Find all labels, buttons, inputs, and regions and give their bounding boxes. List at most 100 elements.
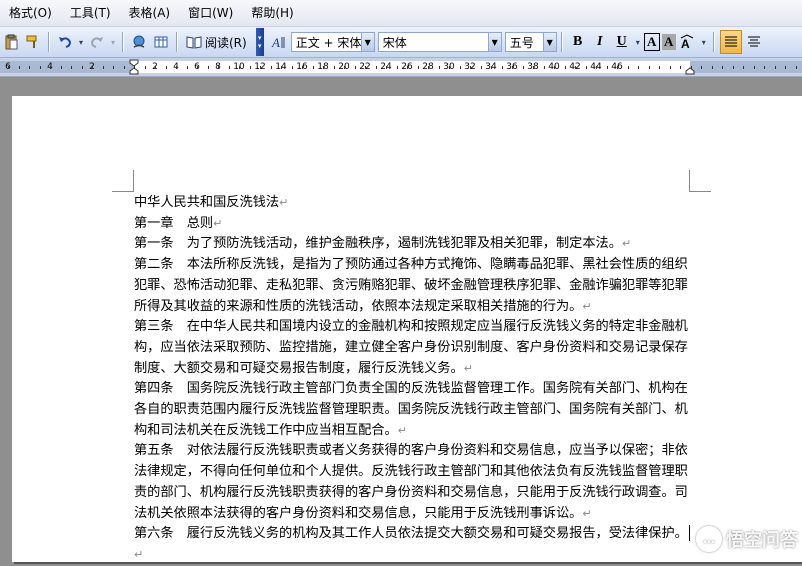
ruler-minor-tick xyxy=(323,66,324,69)
ruler-minor-tick xyxy=(795,66,797,69)
toolbar-separator xyxy=(712,32,715,52)
ruler-minor-tick xyxy=(501,66,503,69)
align-center-icon[interactable] xyxy=(744,31,764,53)
read-mode-button[interactable]: 阅读(R) xyxy=(183,31,253,53)
underline-button[interactable]: U xyxy=(612,31,632,53)
paragraph-mark-icon: ↵ xyxy=(582,506,592,520)
hyperlink-icon[interactable] xyxy=(129,31,149,53)
format-painter-icon[interactable] xyxy=(23,31,43,53)
phonetic-dropdown-icon[interactable]: ▾ xyxy=(700,31,708,53)
ruler-minor-tick xyxy=(669,66,671,69)
chevron-down-icon[interactable]: ▼ xyxy=(360,33,374,51)
ruler-minor-tick xyxy=(155,66,156,69)
ruler-minor-tick xyxy=(417,66,419,69)
menu-window[interactable]: 窗口(W) xyxy=(179,2,242,24)
phonetic-guide-icon[interactable]: A xyxy=(678,31,698,53)
ruler-minor-tick xyxy=(176,66,177,69)
ruler-minor-tick xyxy=(29,66,30,69)
underline-dropdown-icon[interactable]: ▾ xyxy=(634,31,642,53)
chevron-down-icon[interactable]: ▼ xyxy=(487,33,501,51)
menu-help[interactable]: 帮助(H) xyxy=(242,2,302,24)
ruler-minor-tick xyxy=(365,66,366,69)
ruler-minor-tick xyxy=(428,66,429,69)
ruler-minor-tick xyxy=(270,66,272,69)
chevron-down-icon[interactable]: ▼ xyxy=(542,33,556,51)
font-size-select[interactable]: 五号 ▼ xyxy=(504,32,557,52)
menu-tools[interactable]: 工具(T) xyxy=(61,2,120,24)
font-select[interactable]: 宋体 ▼ xyxy=(377,32,502,52)
ruler-minor-tick xyxy=(354,66,356,69)
ruler-minor-tick xyxy=(197,66,198,69)
toolbar-separator xyxy=(560,32,563,52)
ruler-minor-tick xyxy=(659,66,660,69)
italic-button[interactable]: I xyxy=(590,31,610,53)
undo-dropdown-icon[interactable]: ▾ xyxy=(77,31,85,53)
bold-button[interactable]: B xyxy=(568,31,588,53)
toolbar-separator xyxy=(122,32,124,52)
ruler-minor-tick xyxy=(648,66,650,69)
ruler-minor-tick xyxy=(596,66,597,69)
ruler-minor-tick xyxy=(396,66,398,69)
paste-icon[interactable] xyxy=(1,31,21,53)
align-justify-icon[interactable] xyxy=(719,30,742,54)
ruler-minor-tick xyxy=(438,66,440,69)
ruler-minor-tick xyxy=(606,66,608,69)
menu-format[interactable]: 格式(O) xyxy=(0,2,61,24)
ruler-minor-tick xyxy=(617,66,618,69)
ruler-minor-tick xyxy=(302,66,303,69)
doc-paragraph: 第六条 履行反洗钱义务的机构及其工作人员依法提交大额交易和可疑交易报告，受法律保… xyxy=(134,524,694,565)
paragraph-mark-icon: ↵ xyxy=(134,547,144,561)
horizontal-ruler[interactable]: 8642246810121416182022242628303234363840… xyxy=(0,58,802,77)
styles-formatting-icon[interactable]: A xyxy=(270,31,290,53)
ruler-minor-tick xyxy=(71,66,72,69)
ruler-minor-tick xyxy=(554,66,555,69)
watermark: … 悟空问答 xyxy=(696,526,798,552)
ruler-minor-tick xyxy=(239,66,240,69)
read-mode-label: 阅读(R) xyxy=(205,35,247,50)
char-border-button[interactable]: A xyxy=(643,33,660,51)
ruler-minor-tick xyxy=(92,66,93,69)
paragraph-mark-icon: ↵ xyxy=(397,423,407,437)
crop-mark-left xyxy=(112,170,134,192)
crop-mark-right xyxy=(689,170,711,192)
ruler-minor-tick xyxy=(459,66,461,69)
toolbar-options-grip[interactable]: ▾ ▾ xyxy=(255,28,264,56)
redo-icon[interactable] xyxy=(87,31,107,53)
table-icon[interactable] xyxy=(151,31,171,53)
ruler-minor-tick xyxy=(533,66,534,69)
document-text[interactable]: 中华人民共和国反洗钱法↵ 第一章 总则↵ 第一条 为了预防洗钱活动，维护金融秩序… xyxy=(134,193,694,566)
ruler-minor-tick xyxy=(638,66,639,69)
char-shading-button[interactable]: A xyxy=(661,34,676,50)
doc-paragraph: 第五条 对依法履行反洗钱职责或者义务获得的客户身份资料和交易信息，应当予以保密；… xyxy=(134,443,688,521)
ruler-minor-tick xyxy=(144,66,146,69)
doc-paragraph: 第三条 在中华人民共和国境内设立的金融机构和按照规定应当履行反洗钱义务的特定非金… xyxy=(134,319,688,376)
ruler-minor-tick xyxy=(102,66,104,69)
watermark-text: 悟空问答 xyxy=(726,530,798,551)
ruler-minor-tick xyxy=(386,66,387,69)
undo-icon[interactable] xyxy=(55,31,75,53)
paragraph-mark-icon: ↵ xyxy=(463,361,473,375)
ruler-minor-tick xyxy=(764,66,765,69)
ruler-minor-tick xyxy=(512,66,513,69)
ruler-minor-tick xyxy=(375,66,377,69)
ruler-minor-tick xyxy=(743,66,744,69)
font-size-select-value: 五号 xyxy=(509,35,534,50)
doc-paragraph: 第二条 本法所称反洗钱，是指为了预防通过各种方式掩饰、隐瞒毒品犯罪、黑社会性质的… xyxy=(134,257,688,314)
menu-table[interactable]: 表格(A) xyxy=(120,2,180,24)
ruler-minor-tick xyxy=(470,66,471,69)
ruler-minor-tick xyxy=(543,66,545,69)
doc-paragraph: 第四条 国务院反洗钱行政主管部门负责全国的反洗钱监督管理工作。国务院有关部门、机… xyxy=(134,381,688,438)
ruler-minor-tick xyxy=(575,66,576,69)
ruler-minor-tick xyxy=(50,66,51,69)
ruler-minor-tick xyxy=(627,66,629,69)
ruler-minor-tick xyxy=(701,66,702,69)
ruler-minor-tick xyxy=(134,66,135,69)
style-select-value: 正文 + 宋体 xyxy=(295,35,361,50)
style-select[interactable]: 正文 + 宋体 ▼ xyxy=(290,32,375,52)
ruler-minor-tick xyxy=(281,66,282,69)
ruler-minor-tick xyxy=(333,66,335,69)
redo-dropdown-icon[interactable]: ▾ xyxy=(109,31,117,53)
text-cursor xyxy=(688,525,691,542)
ruler-minor-tick xyxy=(491,66,492,69)
ruler-minor-tick xyxy=(774,66,776,69)
